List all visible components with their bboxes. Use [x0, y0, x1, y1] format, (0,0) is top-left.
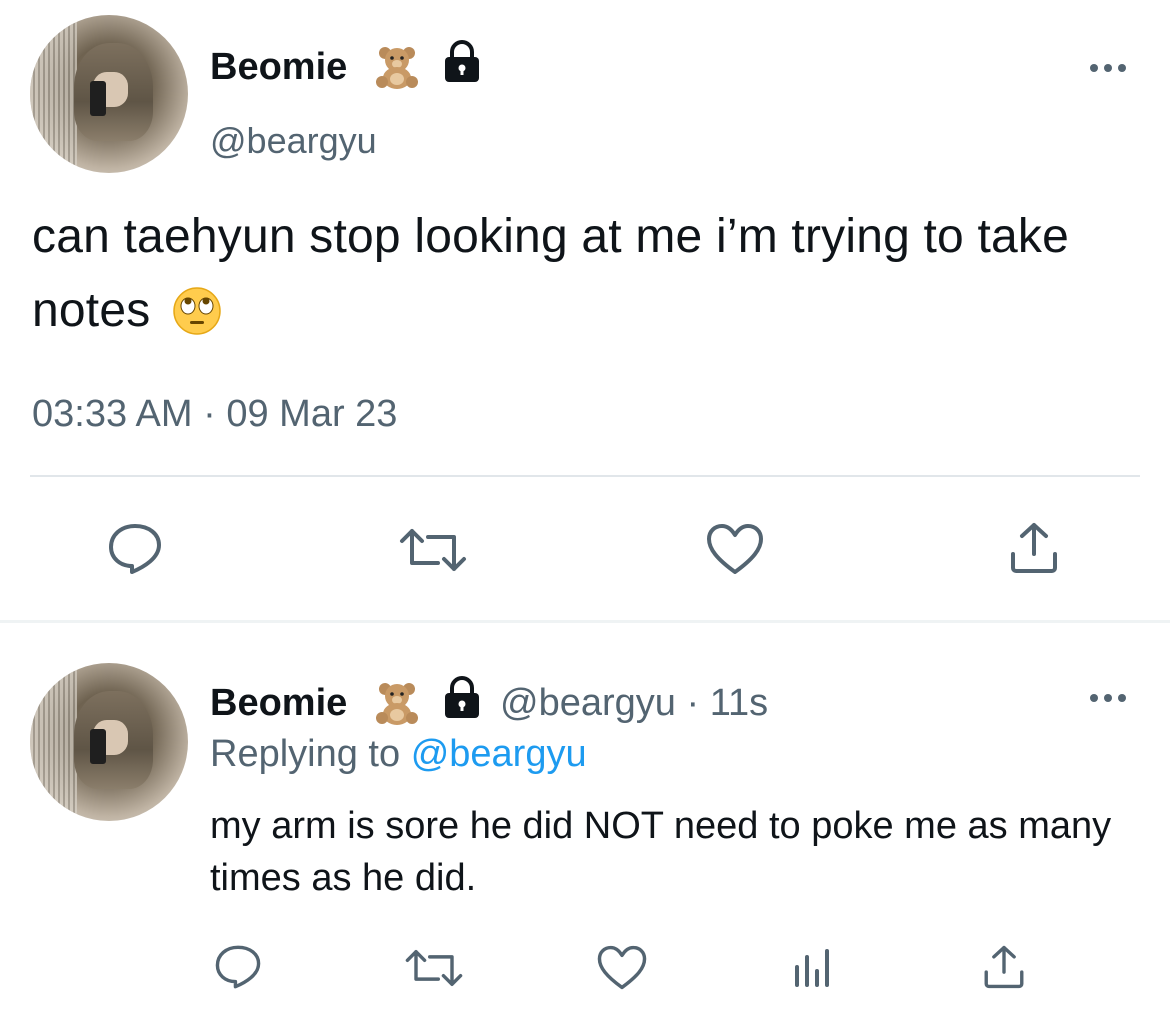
display-name[interactable]: Beomie — [210, 46, 347, 89]
replying-to: Replying to @beargyu — [210, 733, 587, 776]
teddy-bear-emoji-icon — [376, 683, 418, 725]
avatar-background — [30, 663, 78, 821]
handle[interactable]: @beargyu — [210, 120, 377, 162]
teddy-bear-emoji-icon — [376, 47, 418, 89]
lock-icon — [445, 676, 479, 718]
retweet-icon[interactable] — [398, 527, 468, 573]
more-horizontal-icon[interactable] — [1086, 58, 1130, 78]
timestamp[interactable]: 03:33 AM · 09 Mar 23 — [32, 393, 397, 436]
reply-age[interactable]: 11s — [710, 682, 768, 724]
tweet-date: 09 Mar 23 — [226, 393, 398, 435]
reply-meta: @beargyu · 11s — [500, 682, 768, 725]
avatar-phone — [90, 81, 106, 117]
more-horizontal-icon[interactable] — [1086, 688, 1130, 708]
replying-to-mention[interactable]: @beargyu — [411, 733, 587, 775]
reply-icon[interactable] — [106, 521, 164, 577]
replying-prefix: Replying to — [210, 733, 401, 775]
reply-handle[interactable]: @beargyu — [500, 682, 676, 724]
avatar[interactable] — [30, 15, 188, 173]
share-icon[interactable] — [982, 943, 1026, 991]
like-icon[interactable] — [596, 944, 648, 991]
reply-icon[interactable] — [213, 943, 263, 991]
retweet-icon[interactable] — [404, 948, 464, 988]
reply-avatar[interactable] — [30, 663, 188, 821]
lock-icon — [445, 40, 479, 82]
avatar-background — [30, 15, 78, 173]
tweet-time: 03:33 AM — [32, 393, 193, 435]
reply-text: my arm is sore he did NOT need to poke m… — [210, 805, 1112, 899]
face-with-rolling-eyes-emoji-icon — [173, 287, 221, 335]
avatar-phone — [90, 729, 106, 765]
reply-display-name[interactable]: Beomie — [210, 682, 347, 725]
tweet-text: can taehyun stop looking at me i’m tryin… — [32, 200, 1152, 348]
like-icon[interactable] — [705, 522, 765, 576]
divider — [30, 475, 1140, 477]
separator-dot: · — [686, 682, 700, 724]
section-divider — [0, 620, 1170, 623]
share-icon[interactable] — [1008, 520, 1060, 576]
separator-dot: · — [203, 393, 216, 435]
analytics-icon[interactable] — [792, 945, 832, 989]
